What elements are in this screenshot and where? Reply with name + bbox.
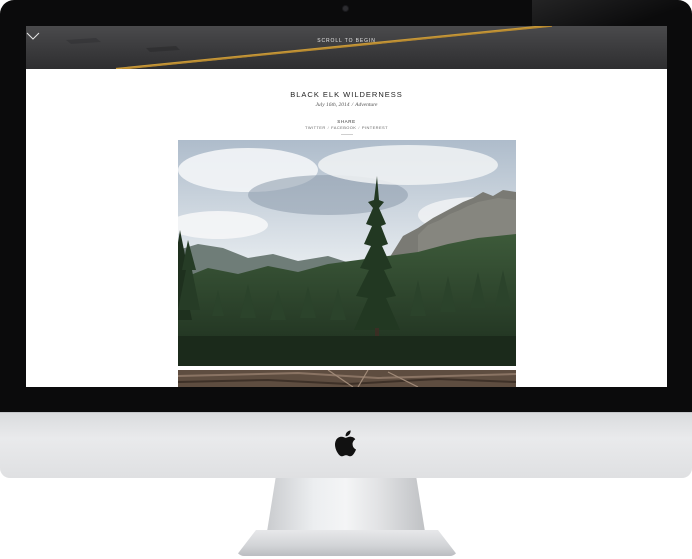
fallen-logs-image [178, 370, 516, 387]
post-meta: July 16th, 2014/Adventure [26, 101, 667, 109]
share-pinterest-link[interactable]: PINTEREST [362, 125, 388, 130]
imac-mockup: SCROLL TO BEGIN BLACK ELK WILDERNESS Jul… [0, 0, 692, 559]
share-links: TWITTER / FACEBOOK / PINTEREST [26, 125, 667, 131]
camera-icon [343, 6, 348, 11]
monitor-bezel: SCROLL TO BEGIN BLACK ELK WILDERNESS Jul… [0, 0, 692, 412]
share-separator: / [327, 125, 330, 130]
share-twitter-link[interactable]: TWITTER [305, 125, 326, 130]
hero-banner: SCROLL TO BEGIN [26, 26, 667, 69]
share-separator: / [358, 125, 360, 130]
post-title: BLACK ELK WILDERNESS [290, 90, 403, 99]
chevron-down-icon[interactable] [26, 32, 40, 40]
forest-landscape-image [178, 140, 516, 366]
share-facebook-link[interactable]: FACEBOOK [331, 125, 356, 130]
screen: SCROLL TO BEGIN BLACK ELK WILDERNESS Jul… [26, 26, 667, 387]
apple-logo-icon [335, 430, 356, 457]
scroll-to-begin-link[interactable]: SCROLL TO BEGIN [26, 38, 667, 44]
scroll-cue[interactable]: SCROLL TO BEGIN [26, 32, 667, 44]
post-photo-forest [178, 140, 516, 366]
post-header: BLACK ELK WILDERNESS July 16th, 2014/Adv… [26, 90, 667, 135]
post-category-link[interactable]: Adventure [355, 102, 377, 108]
post-date: July 16th, 2014 [315, 102, 350, 108]
meta-separator: / [351, 102, 354, 108]
monitor-stand-base [236, 530, 458, 556]
header-divider [340, 134, 353, 135]
post-photo-logs [178, 370, 516, 387]
monitor-stand [266, 478, 426, 538]
